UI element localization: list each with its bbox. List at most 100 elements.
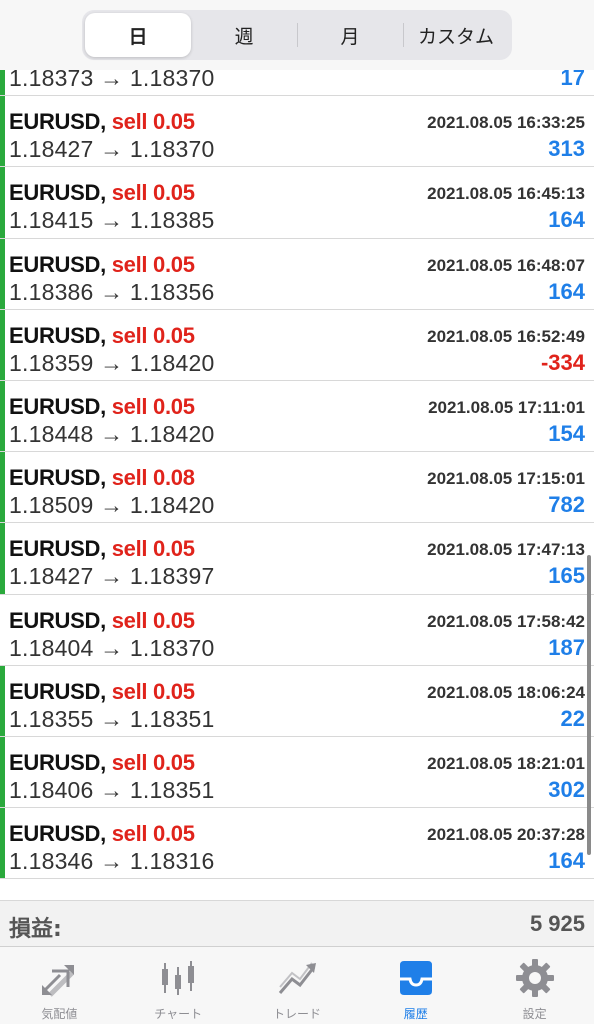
position-indicator-bar bbox=[0, 665, 5, 736]
trade-profit: -334 bbox=[540, 349, 585, 375]
position-indicator-bar bbox=[0, 523, 5, 594]
profit-label: 損益: bbox=[9, 917, 62, 942]
position-indicator-bar bbox=[0, 309, 5, 380]
segment-day[interactable]: 日 bbox=[85, 13, 191, 57]
trade-row[interactable]: EURUSD, sell 0.05 2021.08.05 17:11:01 1.18… bbox=[0, 380, 594, 453]
trade-title: EURUSD, sell 0.05 bbox=[9, 608, 195, 634]
trade-row[interactable]: EURUSD, sell 0.08 2021.08.05 17:15:01 1.18… bbox=[0, 452, 594, 524]
segment-month[interactable]: 月 bbox=[297, 13, 403, 57]
profit-summary: 損益: 5 925 bbox=[0, 900, 594, 946]
trade-profit: 164 bbox=[548, 848, 585, 874]
tab-chart[interactable]: チャート bbox=[119, 947, 238, 1024]
trade-symbol: EURUSD, bbox=[9, 465, 106, 491]
trade-prices: 1.18427 → 1.18370 bbox=[9, 136, 215, 163]
trade-time: 2021.08.05 16:52:49 bbox=[427, 326, 585, 346]
trade-title: EURUSD, sell 0.05 bbox=[9, 679, 195, 705]
tab-settings[interactable]: 設定 bbox=[475, 947, 594, 1024]
trade-row[interactable]: EURUSD, sell 0.05 2021.08.05 17:47:13 1.18… bbox=[0, 523, 594, 595]
trade-title: EURUSD, sell 0.05 bbox=[9, 109, 195, 135]
tab-label-quotes: 気配値 bbox=[41, 1007, 78, 1021]
trade-symbol: EURUSD, bbox=[9, 180, 106, 206]
tab-history[interactable]: 履歴 bbox=[356, 947, 475, 1024]
trade-time: 2021.08.05 17:11:01 bbox=[428, 397, 585, 417]
trade-action: sell 0.05 bbox=[111, 109, 195, 135]
period-segmented-control: 日 週 月 カスタム bbox=[82, 10, 512, 60]
trade-row[interactable]: EURUSD, sell 0.05 2021.08.05 17:58:42 1.18… bbox=[0, 594, 594, 666]
trade-action: sell 0.05 bbox=[111, 536, 195, 562]
position-indicator-bar bbox=[0, 96, 5, 167]
trade-action: sell 0.05 bbox=[111, 821, 195, 847]
trade-prices: 1.18427 → 1.18397 bbox=[9, 563, 215, 590]
trade-profit: 302 bbox=[548, 776, 585, 802]
position-indicator-bar bbox=[0, 238, 5, 309]
trade-prices: 1.18355 → 1.18351 bbox=[9, 705, 215, 732]
tab-label-chart: チャート bbox=[154, 1007, 203, 1021]
trade-profit: 187 bbox=[548, 634, 585, 660]
trade-row[interactable]: EURUSD, sell 0.05 2021.08.05 18:06:24 1.18… bbox=[0, 665, 594, 737]
trade-time: 2021.08.05 18:21:01 bbox=[427, 753, 585, 773]
trade-profit: 154 bbox=[548, 420, 585, 446]
position-indicator-bar bbox=[0, 736, 5, 808]
position-indicator-bar bbox=[0, 167, 5, 238]
segment-custom[interactable]: カスタム bbox=[403, 13, 509, 57]
trade-symbol: EURUSD, bbox=[9, 536, 106, 562]
bottom-tab-bar: 気配値 チャート トレード 履歴 設定 bbox=[0, 946, 594, 1024]
tab-quotes[interactable]: 気配値 bbox=[0, 947, 119, 1024]
trade-prices: 1.18346 → 1.18316 bbox=[9, 848, 215, 875]
trade-action: sell 0.05 bbox=[111, 322, 195, 348]
segment-week[interactable]: 週 bbox=[191, 13, 297, 57]
trade-symbol: EURUSD, bbox=[9, 109, 106, 135]
trade-title: EURUSD, sell 0.05 bbox=[9, 180, 195, 206]
trade-time: 2021.08.05 16:45:13 bbox=[427, 184, 585, 204]
trade-profit: 22 bbox=[560, 705, 585, 731]
trade-action: sell 0.08 bbox=[111, 465, 195, 491]
trade-title: EURUSD, sell 0.05 bbox=[9, 750, 195, 776]
trade-prices: 1.18509 → 1.18420 bbox=[9, 492, 215, 519]
trade-row[interactable]: EURUSD, sell 0.05 2021.08.05 18:21:01 1.18… bbox=[0, 736, 594, 809]
trade-row[interactable]: EURUSD, sell 0.05 2021.08.05 16:52:49 1.18… bbox=[0, 309, 594, 381]
trade-profit: 313 bbox=[548, 136, 585, 162]
trade-action: sell 0.05 bbox=[111, 678, 195, 704]
trade-prices: 1.18415 → 1.18385 bbox=[9, 207, 215, 234]
tab-trade[interactable]: トレード bbox=[238, 947, 357, 1024]
tab-label-settings: 設定 bbox=[522, 1007, 547, 1021]
trade-history-list[interactable]: EURUSD, sell 0.052021.08.05 16:13:231.18… bbox=[0, 46, 594, 900]
trade-action: sell 0.05 bbox=[111, 180, 195, 206]
position-indicator-bar bbox=[0, 452, 5, 523]
trade-time: 2021.08.05 17:58:42 bbox=[427, 611, 585, 631]
candlestick-chart-icon bbox=[162, 961, 195, 995]
trade-row[interactable]: EURUSD, sell 0.05 2021.08.05 16:48:07 1.18… bbox=[0, 238, 594, 310]
scrollbar[interactable] bbox=[587, 555, 591, 855]
trade-row[interactable]: EURUSD, sell 0.05 2021.08.05 20:37:28 1.18… bbox=[0, 808, 594, 880]
gear-icon bbox=[515, 959, 554, 997]
trade-time: 2021.08.05 16:48:07 bbox=[427, 255, 585, 275]
trade-title: EURUSD, sell 0.05 bbox=[9, 252, 195, 278]
trade-trend-icon bbox=[278, 962, 316, 994]
profit-total: 5 925 bbox=[529, 911, 585, 936]
trade-profit: 164 bbox=[548, 207, 585, 233]
trade-title: EURUSD, sell 0.08 bbox=[9, 465, 195, 491]
trade-prices: 1.18448 → 1.18420 bbox=[9, 420, 215, 447]
quotes-arrows-icon bbox=[42, 965, 75, 997]
trade-prices: 1.18404 → 1.18370 bbox=[9, 634, 215, 661]
trade-symbol: EURUSD, bbox=[9, 607, 106, 633]
trade-profit: 165 bbox=[548, 563, 585, 589]
trade-symbol: EURUSD, bbox=[9, 749, 106, 775]
trade-time: 2021.08.05 20:37:28 bbox=[427, 825, 585, 845]
trade-action: sell 0.05 bbox=[111, 749, 195, 775]
trade-prices: 1.18386 → 1.18356 bbox=[9, 278, 215, 305]
trade-symbol: EURUSD, bbox=[9, 821, 106, 847]
history-tray-icon bbox=[399, 961, 432, 995]
position-indicator-bar bbox=[0, 380, 5, 452]
trade-time: 2021.08.05 16:33:25 bbox=[427, 113, 585, 133]
trade-time: 2021.08.05 18:06:24 bbox=[427, 682, 585, 702]
trade-profit: 782 bbox=[548, 492, 585, 518]
tab-label-trade: トレード bbox=[272, 1007, 321, 1021]
trade-symbol: EURUSD, bbox=[9, 678, 106, 704]
trade-symbol: EURUSD, bbox=[9, 322, 106, 348]
trade-row[interactable]: EURUSD, sell 0.05 2021.08.05 16:33:25 1.18… bbox=[0, 96, 594, 168]
trade-title: EURUSD, sell 0.05 bbox=[9, 821, 195, 847]
trade-row[interactable]: EURUSD, sell 0.05 2021.08.05 16:45:13 1.18… bbox=[0, 167, 594, 239]
trade-time: 2021.08.05 17:15:01 bbox=[427, 469, 585, 489]
tab-label-history: 履歴 bbox=[403, 1007, 428, 1021]
